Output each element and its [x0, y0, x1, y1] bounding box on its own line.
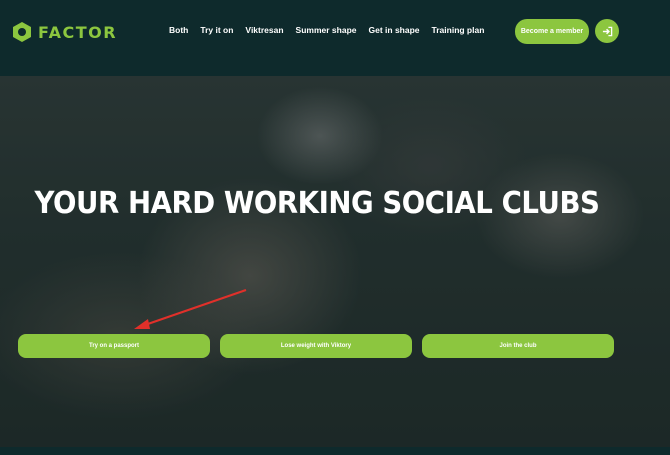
red-arrow-icon	[134, 288, 247, 329]
nav-item-try-it-on[interactable]: Try it on	[200, 25, 233, 35]
try-on-passport-button[interactable]: Try on a passport	[18, 334, 210, 358]
nav-item-both[interactable]: Both	[169, 25, 188, 35]
site-header: FACTOR Both Try it on Viktresan Summer s…	[0, 0, 670, 76]
brand-name: FACTOR	[38, 22, 118, 42]
login-button[interactable]	[595, 19, 619, 43]
lose-weight-button[interactable]: Lose weight with Viktory	[220, 334, 412, 358]
hexagon-logo-icon	[13, 22, 31, 42]
hero-title: YOUR HARD WORKING SOCIAL CLUBS	[34, 186, 600, 221]
main-nav: Both Try it on Viktresan Summer shape Ge…	[169, 25, 496, 35]
hero-section: YOUR HARD WORKING SOCIAL CLUBS Try on a …	[0, 76, 670, 447]
join-club-button[interactable]: Join the club	[422, 334, 614, 358]
sign-in-icon	[602, 26, 612, 36]
nav-item-training-plan[interactable]: Training plan	[432, 25, 485, 35]
become-member-button[interactable]: Become a member	[515, 19, 589, 44]
footer-strip	[0, 447, 670, 455]
hero-background-image	[0, 76, 670, 447]
nav-item-summer-shape[interactable]: Summer shape	[296, 25, 357, 35]
nav-item-viktresan[interactable]: Viktresan	[245, 25, 283, 35]
nav-item-get-in-shape[interactable]: Get in shape	[369, 25, 420, 35]
brand-logo[interactable]: FACTOR	[12, 21, 117, 43]
